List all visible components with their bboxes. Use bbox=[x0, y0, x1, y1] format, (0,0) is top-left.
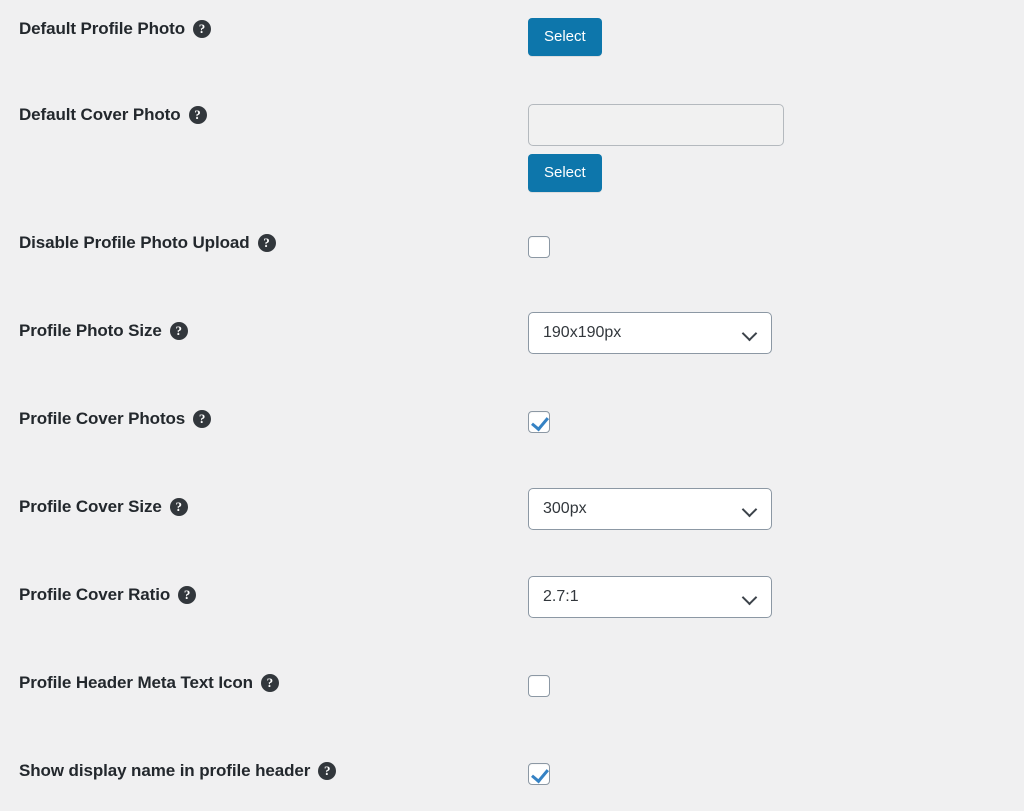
row-label-profile-photo-size: Profile Photo Size ? bbox=[0, 312, 528, 342]
select-default-cover-photo-button[interactable]: Select bbox=[528, 154, 602, 192]
row-control-profile-cover-ratio: 2.7:1 bbox=[528, 576, 1024, 618]
help-circle-icon[interactable]: ? bbox=[318, 762, 337, 781]
profile-photo-size-value: 190x190px bbox=[543, 324, 622, 341]
row-label-default-cover-photo: Default Cover Photo ? bbox=[0, 104, 528, 126]
label-profile-cover-size: Profile Cover Size bbox=[19, 497, 162, 516]
row-label-profile-header-meta-text-icon: Profile Header Meta Text Icon ? bbox=[0, 672, 528, 694]
chevron-down-icon bbox=[743, 502, 757, 516]
row-control-profile-header-meta-text-icon bbox=[528, 672, 1024, 697]
setting-row-profile-cover-photos: Profile Cover Photos ? bbox=[0, 408, 1024, 433]
profile-cover-size-value: 300px bbox=[543, 500, 587, 517]
label-show-display-name-in-profile-header: Show display name in profile header bbox=[19, 761, 311, 780]
row-label-disable-profile-photo-upload: Disable Profile Photo Upload ? bbox=[0, 232, 528, 254]
profile-cover-size-select-box[interactable]: 300px bbox=[528, 488, 772, 530]
help-circle-icon[interactable]: ? bbox=[260, 674, 279, 693]
profile-cover-size-select[interactable]: 300px bbox=[528, 488, 772, 530]
setting-row-show-display-name-in-profile-header: Show display name in profile header ? bbox=[0, 760, 1024, 785]
setting-row-default-profile-photo: Default Profile Photo ? Select bbox=[0, 18, 1024, 56]
row-control-profile-cover-photos bbox=[528, 408, 1024, 433]
label-profile-cover-ratio: Profile Cover Ratio bbox=[19, 585, 171, 604]
label-profile-header-meta-text-icon: Profile Header Meta Text Icon bbox=[19, 673, 253, 692]
label-profile-photo-size: Profile Photo Size bbox=[19, 321, 162, 340]
row-control-disable-profile-photo-upload bbox=[528, 232, 1024, 258]
disable-profile-photo-upload-checkbox[interactable] bbox=[528, 236, 550, 258]
setting-row-profile-cover-ratio: Profile Cover Ratio ? 2.7:1 bbox=[0, 576, 1024, 618]
row-label-profile-cover-size: Profile Cover Size ? bbox=[0, 488, 528, 518]
setting-row-disable-profile-photo-upload: Disable Profile Photo Upload ? bbox=[0, 232, 1024, 258]
profile-header-meta-text-icon-checkbox[interactable] bbox=[528, 675, 550, 697]
show-display-name-in-profile-header-checkbox[interactable] bbox=[528, 763, 550, 785]
help-circle-icon[interactable]: ? bbox=[188, 106, 207, 125]
row-control-profile-photo-size: 190x190px bbox=[528, 312, 1024, 354]
chevron-down-icon bbox=[743, 590, 757, 604]
help-circle-icon[interactable]: ? bbox=[193, 410, 212, 429]
help-circle-icon[interactable]: ? bbox=[178, 586, 197, 605]
label-default-cover-photo: Default Cover Photo bbox=[19, 105, 181, 124]
setting-row-profile-cover-size: Profile Cover Size ? 300px bbox=[0, 488, 1024, 530]
help-circle-icon[interactable]: ? bbox=[257, 234, 276, 253]
profile-cover-photos-checkbox[interactable] bbox=[528, 411, 550, 433]
setting-row-profile-header-meta-text-icon: Profile Header Meta Text Icon ? bbox=[0, 672, 1024, 697]
profile-photo-size-select[interactable]: 190x190px bbox=[528, 312, 772, 354]
row-control-profile-cover-size: 300px bbox=[528, 488, 1024, 530]
select-default-profile-photo-button[interactable]: Select bbox=[528, 18, 602, 56]
profile-photo-size-select-box[interactable]: 190x190px bbox=[528, 312, 772, 354]
help-circle-icon[interactable]: ? bbox=[169, 322, 188, 341]
setting-row-profile-photo-size: Profile Photo Size ? 190x190px bbox=[0, 312, 1024, 354]
label-disable-profile-photo-upload: Disable Profile Photo Upload bbox=[19, 233, 250, 252]
help-circle-icon[interactable]: ? bbox=[169, 498, 188, 517]
label-profile-cover-photos: Profile Cover Photos bbox=[19, 409, 186, 428]
row-label-default-profile-photo: Default Profile Photo ? bbox=[0, 18, 528, 40]
setting-row-default-cover-photo: Default Cover Photo ? Select bbox=[0, 104, 1024, 192]
profile-cover-ratio-select-box[interactable]: 2.7:1 bbox=[528, 576, 772, 618]
row-control-default-profile-photo: Select bbox=[528, 18, 1024, 56]
settings-page: { "colors": { "page_background": "#f0f0f… bbox=[0, 0, 1024, 811]
label-default-profile-photo: Default Profile Photo bbox=[19, 19, 186, 38]
row-control-default-cover-photo: Select bbox=[528, 104, 1024, 192]
chevron-down-icon bbox=[743, 326, 757, 340]
help-circle-icon[interactable]: ? bbox=[193, 20, 212, 39]
row-control-show-display-name-in-profile-header bbox=[528, 760, 1024, 785]
row-label-show-display-name-in-profile-header: Show display name in profile header ? bbox=[0, 760, 528, 782]
default-cover-photo-input[interactable] bbox=[528, 104, 784, 146]
row-label-profile-cover-ratio: Profile Cover Ratio ? bbox=[0, 576, 528, 606]
profile-cover-ratio-select[interactable]: 2.7:1 bbox=[528, 576, 772, 618]
profile-cover-ratio-value: 2.7:1 bbox=[543, 588, 579, 605]
row-label-profile-cover-photos: Profile Cover Photos ? bbox=[0, 408, 528, 430]
